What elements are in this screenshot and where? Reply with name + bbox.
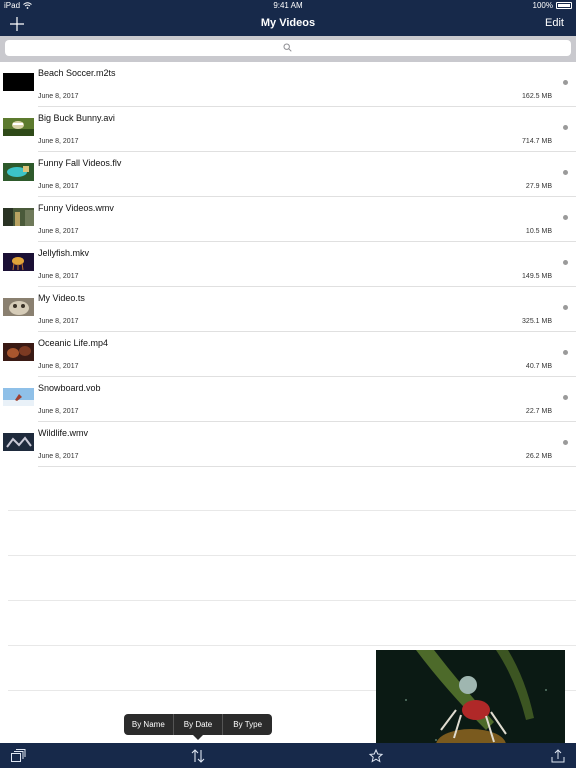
video-name: My Video.ts <box>38 293 85 303</box>
video-date: June 8, 2017 <box>38 408 79 415</box>
video-date: June 8, 2017 <box>38 93 79 100</box>
empty-row-separator <box>8 510 576 511</box>
video-date: June 8, 2017 <box>38 273 79 280</box>
video-size: 26.2 MB <box>525 453 552 460</box>
video-list: Beach Soccer.m2ts June 8, 2017 162.5 MB … <box>0 62 576 467</box>
video-name: Snowboard.vob <box>38 383 101 393</box>
video-thumbnail <box>3 208 34 226</box>
video-thumbnail <box>3 163 34 181</box>
video-name: Wildlife.wmv <box>38 428 89 438</box>
video-size: 22.7 MB <box>525 408 552 415</box>
list-item[interactable]: My Video.ts June 8, 2017 325.1 MB <box>0 287 576 332</box>
video-size: 325.1 MB <box>522 318 552 325</box>
video-thumbnail <box>3 298 34 316</box>
status-dot-icon <box>563 395 568 400</box>
video-thumbnail <box>3 253 34 271</box>
status-dot-icon <box>563 80 568 85</box>
status-dot-icon <box>563 305 568 310</box>
video-size: 149.5 MB <box>522 273 552 280</box>
video-size: 714.7 MB <box>522 138 552 145</box>
video-name: Oceanic Life.mp4 <box>38 338 109 348</box>
page-title: My Videos <box>260 17 316 29</box>
sort-by-type-button[interactable]: By Type <box>222 714 272 735</box>
video-thumbnail <box>3 343 34 361</box>
video-date: June 8, 2017 <box>38 138 79 145</box>
popover-arrow <box>193 735 203 740</box>
video-date: June 8, 2017 <box>38 228 79 235</box>
video-name: Funny Videos.wmv <box>38 203 114 213</box>
empty-row-separator <box>8 645 576 646</box>
video-name: Funny Fall Videos.flv <box>38 158 122 168</box>
battery-percent: 100% <box>532 1 553 10</box>
list-item[interactable]: Big Buck Bunny.avi June 8, 2017 714.7 MB <box>0 107 576 152</box>
status-right: 100% <box>533 1 572 10</box>
empty-row-separator <box>8 600 576 601</box>
playlist-icon[interactable] <box>10 748 26 764</box>
list-item[interactable]: Snowboard.vob June 8, 2017 22.7 MB <box>0 377 576 422</box>
video-thumbnail <box>3 118 34 136</box>
video-thumbnail <box>3 73 34 91</box>
video-preview[interactable] <box>376 650 565 757</box>
video-name: Jellyfish.mkv <box>38 248 90 258</box>
search-input[interactable] <box>5 40 571 56</box>
video-size: 10.5 MB <box>525 228 552 235</box>
list-item[interactable]: Funny Fall Videos.flv June 8, 2017 27.9 … <box>0 152 576 197</box>
video-date: June 8, 2017 <box>38 318 79 325</box>
status-bar: iPad 9:41 AM 100% <box>0 0 576 12</box>
status-dot-icon <box>563 260 568 265</box>
sort-by-name-button[interactable]: By Name <box>124 714 173 735</box>
sort-icon[interactable] <box>190 748 206 764</box>
list-item[interactable]: Oceanic Life.mp4 June 8, 2017 40.7 MB <box>0 332 576 377</box>
video-date: June 8, 2017 <box>38 453 79 460</box>
video-date: June 8, 2017 <box>38 363 79 370</box>
bottom-toolbar <box>0 743 576 768</box>
sort-by-date-button[interactable]: By Date <box>172 714 223 735</box>
status-dot-icon <box>563 440 568 445</box>
list-item[interactable]: Beach Soccer.m2ts June 8, 2017 162.5 MB <box>0 62 576 107</box>
status-dot-icon <box>563 170 568 175</box>
list-item[interactable]: Funny Videos.wmv June 8, 2017 10.5 MB <box>0 197 576 242</box>
video-size: 40.7 MB <box>525 363 552 370</box>
search-bar <box>0 36 576 62</box>
video-name: Big Buck Bunny.avi <box>38 113 115 123</box>
navigation-bar: My Videos Edit <box>0 12 576 36</box>
edit-button[interactable]: Edit <box>545 17 564 29</box>
search-field[interactable] <box>5 40 571 56</box>
video-date: June 8, 2017 <box>38 183 79 190</box>
status-dot-icon <box>563 125 568 130</box>
video-thumbnail <box>3 433 34 451</box>
list-item[interactable]: Wildlife.wmv June 8, 2017 26.2 MB <box>0 422 576 467</box>
favorites-icon[interactable] <box>368 748 384 764</box>
battery-icon <box>556 2 572 9</box>
video-size: 27.9 MB <box>525 183 552 190</box>
video-size: 162.5 MB <box>522 93 552 100</box>
video-name: Beach Soccer.m2ts <box>38 68 116 78</box>
share-icon[interactable] <box>550 748 566 764</box>
status-time: 9:41 AM <box>273 1 303 10</box>
video-thumbnail <box>3 388 34 406</box>
list-item[interactable]: Jellyfish.mkv June 8, 2017 149.5 MB <box>0 242 576 287</box>
status-dot-icon <box>563 215 568 220</box>
status-dot-icon <box>563 350 568 355</box>
sort-menu: By Name By Date By Type <box>124 714 272 735</box>
empty-row-separator <box>8 555 576 556</box>
